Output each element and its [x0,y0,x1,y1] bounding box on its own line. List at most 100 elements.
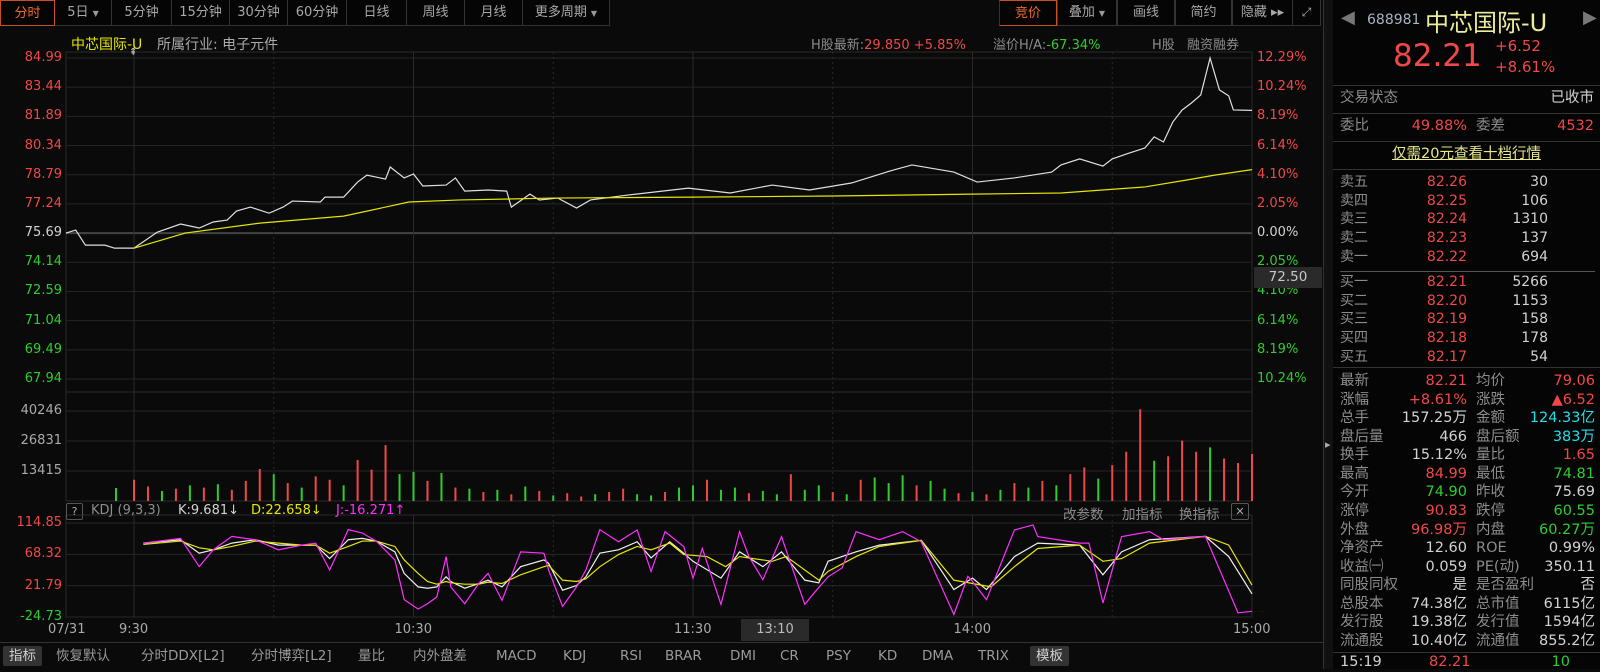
tool-button[interactable]: 竞价 [999,0,1057,26]
stat-value: 90.83 [1425,502,1467,519]
price-axis-label: 77.24 [24,195,62,211]
next-stock-icon[interactable]: ▶ [1583,7,1597,28]
collapse-panel-icon[interactable]: ▸ [1325,438,1331,451]
period-tab[interactable]: 日线 [347,0,407,26]
period-tab[interactable]: 30分钟 [230,0,288,26]
divider [1333,85,1600,86]
panel-resize-handle[interactable] [1324,0,1333,669]
switch-indicator-button[interactable]: 换指标 [1179,503,1220,523]
period-tab-label: 5分钟 [124,5,159,20]
volume-bar [901,475,904,501]
bids-level-label: 买四 [1340,330,1368,347]
h-share-link[interactable]: H股 [1152,34,1175,53]
stat-label: 昨收 [1476,484,1505,501]
indicator-tab[interactable]: 分时DDX[L2] [135,646,231,666]
volume-axis-label: 13415 [20,463,62,478]
indicator-tab[interactable]: KDJ [557,646,592,666]
bids-price: 82.19 [1426,311,1467,328]
level2-promo-link[interactable]: 仅需20元查看十档行情 [1333,145,1600,164]
period-tab-label: 分时 [14,6,41,21]
close-indicator-icon[interactable]: ✕ [1231,503,1249,520]
expand-icon[interactable]: ⤢ [1293,0,1321,26]
stat-label: 最新 [1340,373,1369,389]
period-tab-label: 周线 [422,5,449,20]
period-tab[interactable]: 5日 ▼ [55,0,112,26]
tool-button[interactable]: 画线 [1117,0,1175,26]
bids-volume: 1153 [1512,292,1548,309]
stat-label: 盘后量 [1340,428,1384,445]
prev-stock-icon[interactable]: ◀ [1341,7,1355,28]
j-value-label: J:-16.271↑ [336,503,406,518]
stat-value: 855.2亿 [1538,632,1595,649]
indicator-tab[interactable]: 量比 [352,646,391,666]
add-indicator-button[interactable]: 加指标 [1122,503,1163,523]
stat-value: 10.40亿 [1410,632,1467,649]
percent-axis-label: 10.24% [1257,371,1307,386]
period-tab[interactable]: 月线 [465,0,523,26]
indicator-tab[interactable]: DMA [916,646,959,666]
tool-button[interactable]: 简约 [1175,0,1232,26]
stat-label: 发行股 [1340,614,1384,631]
stat-value: 0.059 [1425,558,1467,575]
premium-label: 溢价H/A: [993,38,1047,53]
volume-bar [440,473,443,501]
chevron-down-icon: ▼ [1098,9,1106,18]
indicator-tab[interactable]: KD [872,646,903,666]
stat-label: 总市值 [1476,595,1520,612]
asks-price: 82.22 [1426,248,1467,265]
tick-volume: 10 [1551,654,1570,670]
volume-bar [188,485,191,501]
volume-bar [1027,487,1030,501]
indicator-tab[interactable]: CR [774,646,805,666]
indicator-tab[interactable]: BRAR [659,646,708,666]
volume-bar [1013,483,1016,501]
percent-axis-label: 0.00% [1257,225,1299,241]
indicator-tab[interactable]: MACD [490,646,542,666]
tool-button[interactable]: 隐藏 ▸▸ [1232,0,1293,26]
divider [1333,169,1600,170]
volume-bar [678,487,681,501]
indicator-tab[interactable]: 恢复默认 [50,646,116,666]
tool-button-label: 画线 [1132,5,1159,20]
indicator-tab[interactable]: 指标 [3,646,42,666]
volume-bar [384,445,387,501]
indicator-tab[interactable]: 模板 [1030,646,1069,666]
stat-label: 流通股 [1340,632,1384,649]
asks-level-label: 卖四 [1340,192,1368,209]
stat-label: 涨跌 [1476,391,1505,408]
period-tab[interactable]: 15分钟 [172,0,230,26]
indicator-tab[interactable]: 分时博弈[L2] [245,646,338,666]
indicator-tab[interactable]: PSY [820,646,857,666]
asks-volume: 30 [1530,174,1548,190]
volume-axis-label: 40246 [20,403,62,418]
indicator-tab[interactable]: RSI [614,646,648,666]
stat-value: 是 [1452,577,1468,594]
period-tab[interactable]: 60分钟 [288,0,347,26]
volume-bar [468,488,471,501]
h-share-price: 29.850 [864,38,910,53]
period-tab[interactable]: 更多周期 ▼ [523,0,610,26]
indicator-tab[interactable]: DMI [724,646,762,666]
stat-label: 最高 [1340,465,1369,482]
volume-bar [174,488,177,501]
volume-bar [133,479,135,501]
volume-bar [524,486,527,501]
kdj-axis-label: 68.32 [24,546,62,562]
stat-value: 84.99 [1425,465,1467,482]
indicator-tab[interactable]: 内外盘差 [407,646,473,666]
period-tab[interactable]: 周线 [407,0,465,26]
tool-button-label: 简约 [1190,5,1217,20]
period-tab-label: 月线 [480,5,507,20]
indicator-tab[interactable]: TRIX [972,646,1015,666]
period-tab[interactable]: 分时 [0,0,55,26]
change-params-button[interactable]: 改参数 [1063,503,1104,523]
margin-trading-link[interactable]: 融资融券 [1187,34,1239,53]
stat-label: 流通值 [1476,632,1520,649]
volume-plot-frame [65,391,1253,502]
tool-button[interactable]: 叠加 ▼ [1057,0,1117,26]
weibi-label: 委比 [1340,118,1369,134]
indicator-help-button[interactable]: ? [66,503,83,520]
stat-value: 15.12% [1411,447,1467,464]
stat-label: 今开 [1340,484,1369,501]
period-tab[interactable]: 5分钟 [112,0,172,26]
